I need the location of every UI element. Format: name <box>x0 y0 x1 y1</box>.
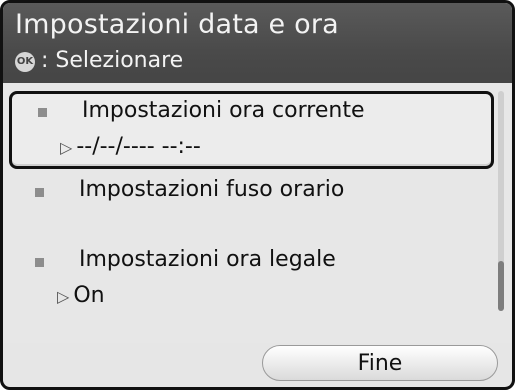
device-screen: Impostazioni data e ora OK : Selezionare… <box>0 0 515 390</box>
bullet-icon <box>35 258 44 267</box>
scrollbar[interactable] <box>498 91 504 311</box>
settings-list: Impostazioni ora corrente ▷ --/--/---- --… <box>3 83 512 343</box>
select-hint: OK : Selezionare <box>15 48 183 73</box>
current-time-value: --/--/---- --:-- <box>76 134 201 159</box>
select-hint-text: : Selezionare <box>41 48 184 73</box>
page-title: Impostazioni data e ora <box>15 9 339 40</box>
list-item-label: Impostazioni fuso orario <box>79 177 345 202</box>
list-item-value: ▷ On <box>57 283 105 308</box>
arrow-icon: ▷ <box>57 287 70 306</box>
list-item-label: Impostazioni ora corrente <box>82 98 365 123</box>
list-item-daylight-saving-setting[interactable]: Impostazioni ora legale ▷ On <box>9 247 494 321</box>
header: Impostazioni data e ora OK : Selezionare <box>3 3 512 83</box>
list-item-label: Impostazioni ora legale <box>79 247 336 272</box>
daylight-saving-value: On <box>73 283 105 308</box>
bullet-icon <box>38 108 47 117</box>
ok-button-icon: OK <box>15 51 35 72</box>
list-item-value: ▷ --/--/---- --:-- <box>60 134 201 159</box>
bullet-icon <box>35 188 44 197</box>
arrow-icon: ▷ <box>60 138 73 157</box>
scrollbar-thumb[interactable] <box>498 261 504 311</box>
list-item-timezone-setting[interactable]: Impostazioni fuso orario <box>9 175 494 215</box>
fine-button[interactable]: Fine <box>262 345 498 381</box>
list-item-current-time-setting[interactable]: Impostazioni ora corrente ▷ --/--/---- --… <box>9 91 494 169</box>
